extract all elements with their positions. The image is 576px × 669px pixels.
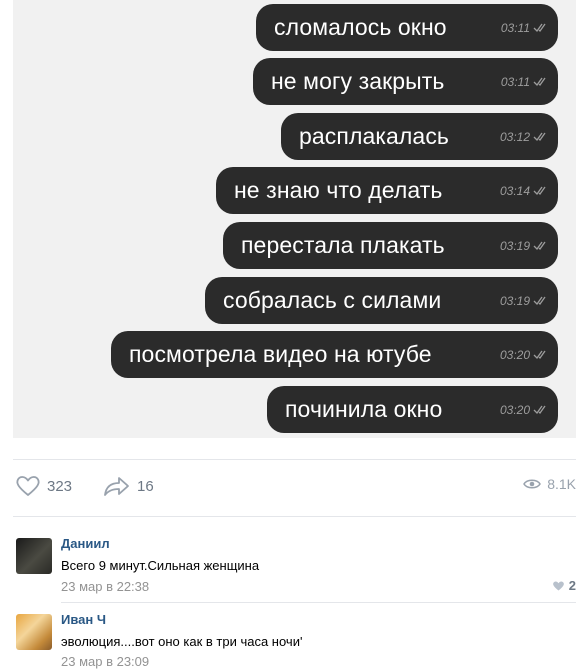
message-time: 03:12 <box>499 129 530 144</box>
comment-like-button[interactable]: 2 <box>552 578 576 593</box>
chat-screenshot: сломалось окно 03:11 не могу закрыть 03:… <box>13 0 576 438</box>
divider <box>61 602 576 603</box>
double-check-icon <box>533 132 546 142</box>
message-text: расплакалась <box>299 123 450 149</box>
double-check-icon <box>533 23 546 33</box>
comment: Даниил Всего 9 минут.Сильная женщина 23 … <box>13 532 576 598</box>
share-button[interactable]: 16 <box>103 474 154 498</box>
comment-text: эволюция....вот оно как в три часа ночи' <box>61 634 303 649</box>
share-count: 16 <box>137 477 154 495</box>
message-time: 03:19 <box>499 238 530 253</box>
chat-bubble: не знаю что делать 03:14 <box>216 167 558 214</box>
comment-author[interactable]: Иван Ч <box>61 612 106 627</box>
message-meta: 03:19 <box>486 239 547 253</box>
double-check-icon <box>533 405 546 415</box>
double-check-icon <box>533 241 546 251</box>
message-text: посмотрела видео на ютубе <box>129 341 432 367</box>
chat-bubble: перестала плакать 03:19 <box>223 222 558 269</box>
double-check-icon <box>533 296 546 306</box>
message-time: 03:11 <box>500 74 530 89</box>
message-text: не могу закрыть <box>271 68 445 94</box>
heart-icon <box>16 476 40 496</box>
double-check-icon <box>533 350 546 360</box>
avatar[interactable] <box>16 614 52 650</box>
message-time: 03:11 <box>500 20 530 35</box>
double-check-icon <box>533 186 546 196</box>
chat-bubble: посмотрела видео на ютубе 03:20 <box>111 331 558 378</box>
comment-date[interactable]: 23 мар в 23:09 <box>61 654 149 669</box>
like-button[interactable]: 323 <box>15 474 72 498</box>
chat-bubble: не могу закрыть 03:11 <box>253 58 558 105</box>
message-text: собралась с силами <box>223 287 442 313</box>
message-text: перестала плакать <box>241 232 445 258</box>
message-text: не знаю что делать <box>234 177 443 203</box>
message-time: 03:19 <box>499 293 530 308</box>
comment: Иван Ч эволюция....вот оно как в три час… <box>13 608 576 669</box>
divider <box>13 516 576 517</box>
comment-date[interactable]: 23 мар в 22:38 <box>61 579 149 594</box>
message-meta: 03:19 <box>486 294 547 308</box>
comment-like-count: 2 <box>568 578 576 593</box>
message-meta: 03:11 <box>487 75 547 89</box>
chat-bubble: сломалось окно 03:11 <box>256 4 558 51</box>
message-meta: 03:20 <box>486 403 547 417</box>
like-count: 323 <box>47 477 73 495</box>
message-time: 03:14 <box>499 183 530 198</box>
message-time: 03:20 <box>499 347 530 362</box>
views-counter: 8.1K <box>523 476 576 492</box>
message-meta: 03:20 <box>486 348 547 362</box>
share-arrow-icon <box>104 477 129 496</box>
eye-icon <box>523 479 542 489</box>
comment-text: Всего 9 минут.Сильная женщина <box>61 558 260 573</box>
message-meta: 03:12 <box>486 130 547 144</box>
message-text: сломалось окно <box>274 14 447 40</box>
message-text: починила окно <box>285 396 443 422</box>
message-meta: 03:14 <box>486 184 547 198</box>
post-actions: 323 16 8.1K <box>13 470 576 504</box>
divider <box>13 459 576 460</box>
chat-bubble: расплакалась 03:12 <box>281 113 558 160</box>
double-check-icon <box>533 77 546 87</box>
message-time: 03:20 <box>499 402 530 417</box>
avatar[interactable] <box>16 538 52 574</box>
message-meta: 03:11 <box>487 21 547 35</box>
chat-bubble: починила окно 03:20 <box>267 386 558 433</box>
chat-bubble: собралась с силами 03:19 <box>205 277 558 324</box>
views-count: 8.1K <box>547 476 576 492</box>
comment-author[interactable]: Даниил <box>61 536 110 551</box>
heart-icon <box>552 580 564 590</box>
